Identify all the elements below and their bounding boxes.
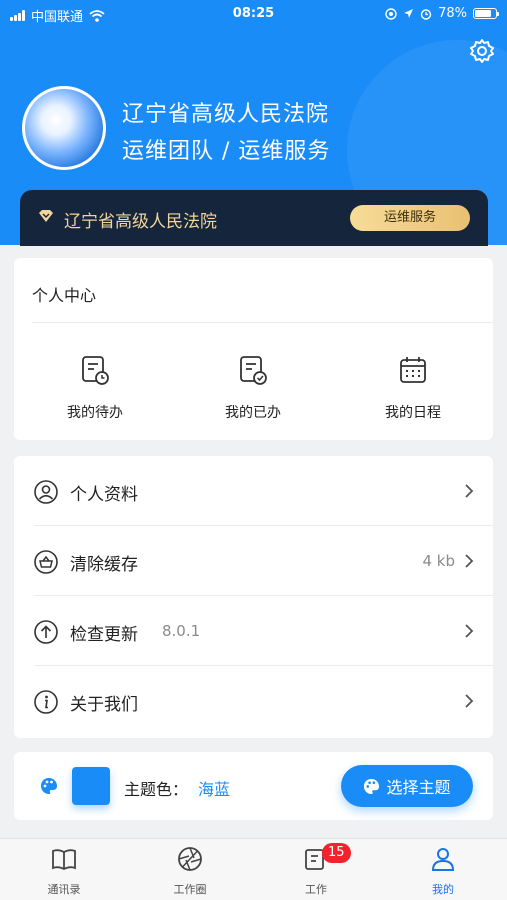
alarm-icon [420, 8, 432, 20]
battery-percent: 78% [438, 6, 467, 21]
settings-menu-card: 个人资料 清除缓存 4 kb 检查更新 8.0.1 关于我们 [14, 456, 493, 738]
palette-icon [364, 778, 380, 794]
divider [32, 322, 493, 323]
cache-size: 4 kb [422, 552, 455, 570]
upload-icon [34, 620, 58, 644]
tab-work-circle[interactable]: 工作圈 [140, 845, 240, 897]
menu-item-profile[interactable]: 个人资料 [14, 456, 493, 526]
quick-item-label: 我的待办 [67, 405, 123, 421]
chevron-right-icon [465, 484, 474, 498]
quick-item-schedule[interactable]: 我的日程 [358, 354, 468, 422]
person-icon [431, 848, 455, 871]
book-icon [52, 849, 76, 871]
personal-center-card: 个人中心 我的待办 我的已办 我的日程 [14, 258, 493, 440]
quick-item-todo[interactable]: 我的待办 [40, 354, 150, 422]
menu-item-label: 关于我们 [70, 695, 138, 715]
theme-value: 海蓝 [198, 780, 231, 799]
tab-label: 通讯录 [47, 883, 81, 896]
tab-work[interactable]: 15 工作 [266, 843, 366, 897]
settings-gear-icon[interactable] [469, 38, 495, 64]
palette-icon [41, 778, 57, 794]
personal-center-title: 个人中心 [32, 286, 97, 305]
battery-fill [475, 10, 491, 17]
menu-item-label: 清除缓存 [70, 555, 138, 575]
org-name: 辽宁省高级人民法院 [64, 212, 217, 232]
menu-item-label: 检查更新 [70, 625, 138, 645]
calendar-icon [400, 357, 426, 383]
tab-label: 工作 [305, 883, 327, 896]
theme-label: 主题色： [124, 780, 189, 799]
tab-label: 我的 [432, 883, 454, 896]
tab-mine[interactable]: 我的 [393, 845, 493, 897]
profile-team: 运维团队 / 运维服务 [122, 139, 331, 164]
battery-icon [473, 8, 499, 19]
tab-contacts[interactable]: 通讯录 [14, 845, 114, 897]
theme-card: 主题色： 海蓝 选择主题 [14, 752, 493, 820]
bottom-tab-bar: 通讯录 工作圈 15 工作 我的 [0, 838, 507, 900]
notification-badge: 15 [322, 843, 351, 863]
quick-item-label: 我的已办 [225, 405, 281, 421]
quick-item-label: 我的日程 [385, 405, 441, 421]
service-badge[interactable]: 运维服务 [350, 205, 470, 231]
chevron-right-icon [465, 624, 474, 638]
menu-item-check-update[interactable]: 检查更新 8.0.1 [14, 596, 493, 666]
app-version: 8.0.1 [162, 622, 201, 640]
menu-item-about[interactable]: 关于我们 [14, 666, 493, 736]
user-icon [34, 480, 58, 504]
quick-item-done[interactable]: 我的已办 [198, 354, 308, 422]
aperture-icon [178, 847, 202, 871]
theme-color-swatch [72, 767, 110, 805]
info-icon [34, 690, 58, 714]
menu-item-clear-cache[interactable]: 清除缓存 4 kb [14, 526, 493, 596]
select-theme-label: 选择主题 [386, 778, 451, 797]
chevron-right-icon [465, 694, 474, 708]
chevron-right-icon [465, 554, 474, 568]
menu-item-label: 个人资料 [70, 485, 138, 505]
rotation-lock-icon [385, 7, 397, 20]
diamond-icon [39, 210, 53, 222]
location-icon [404, 9, 414, 18]
org-bar: 辽宁省高级人民法院 运维服务 [20, 190, 488, 246]
select-theme-button[interactable]: 选择主题 [341, 765, 473, 807]
todo-icon [82, 356, 109, 385]
tab-label: 工作圈 [173, 883, 207, 896]
done-icon [240, 356, 267, 385]
profile-name: 辽宁省高级人民法院 [122, 102, 330, 127]
status-bar: 中国联通 08:25 78% [0, 0, 507, 28]
avatar[interactable] [22, 86, 106, 170]
basket-icon [34, 550, 58, 574]
